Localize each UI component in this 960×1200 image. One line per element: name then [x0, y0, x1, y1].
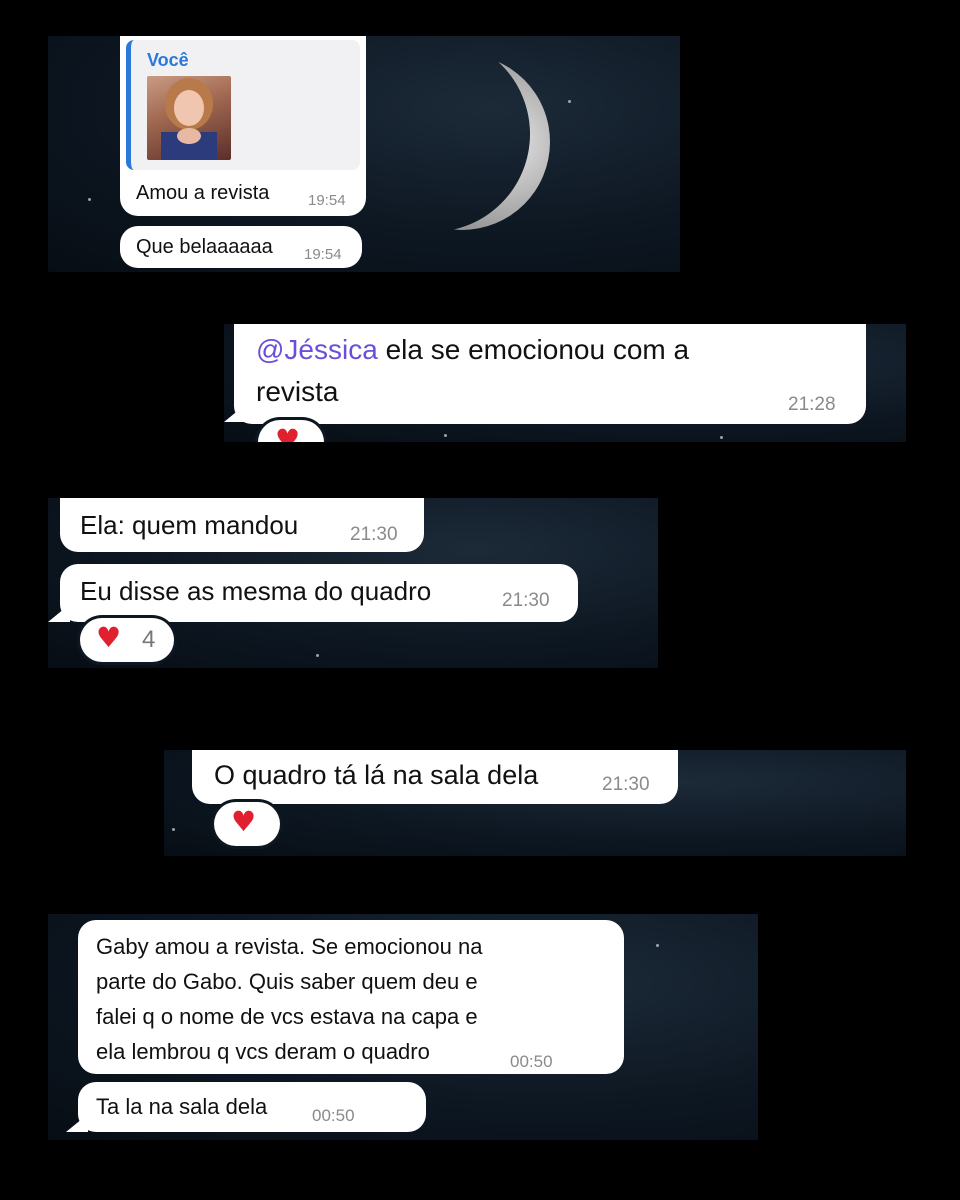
message-text: Eu disse as mesma do quadro [80, 576, 432, 606]
star [656, 944, 659, 947]
reaction-badge[interactable]: ♥ 4 [80, 618, 174, 662]
message-time: 19:54 [304, 246, 342, 263]
message-time: 21:28 [788, 394, 836, 415]
star [720, 436, 723, 439]
chat-screenshot-4: O quadro tá lá na sala dela 21:30 ♥ [164, 750, 906, 856]
message-line-4: ela lembrou q vcs deram o quadro [96, 1039, 430, 1064]
heart-icon: ♥ [231, 805, 257, 838]
reaction-count: 4 [142, 626, 156, 653]
chat-screenshot-2: @Jéssica ela se emocionou com a revista … [224, 324, 906, 442]
heart-icon: ♥ [275, 423, 301, 443]
message-bubble-mention[interactable]: @Jéssica ela se emocionou com a revista … [234, 324, 866, 424]
message-time: 00:50 [510, 1052, 553, 1071]
quote-author: Você [147, 50, 189, 70]
chat-screenshot-5: Gaby amou a revista. Se emocionou na par… [48, 914, 758, 1140]
message-bubble[interactable]: Ta la na sala dela 00:50 [78, 1082, 426, 1132]
star [316, 654, 319, 657]
message-line-2: revista [256, 376, 339, 407]
message-time: 21:30 [350, 524, 398, 545]
message-line-1: @Jéssica ela se emocionou com a [256, 334, 689, 366]
chat-screenshot-3: Ela: quem mandou 21:30 Eu disse as mesma… [48, 498, 658, 668]
screenshot-collage: { "colors": { "background": "#000000", "… [0, 0, 960, 1200]
star [172, 828, 175, 831]
message-text: Ela: quem mandou [80, 510, 299, 540]
crescent-moon [374, 54, 552, 230]
chat-screenshot-1: Você Amou a revista 19:54 Que belaaaaaa … [48, 36, 680, 272]
message-time: 21:30 [602, 774, 650, 795]
message-time: 21:30 [502, 590, 550, 611]
message-bubble[interactable]: Que belaaaaaa 19:54 [120, 226, 362, 268]
message-text: Amou a revista [136, 182, 270, 204]
message-text: O quadro tá lá na sala dela [214, 760, 539, 790]
message-text: Que belaaaaaa [136, 236, 273, 258]
reaction-badge[interactable]: ♥ [214, 802, 280, 846]
heart-icon: ♥ [96, 621, 122, 654]
message-line-3: falei q o nome de vcs estava na capa e [96, 1004, 478, 1029]
message-line-2: parte do Gabo. Quis saber quem deu e [96, 969, 478, 994]
message-bubble[interactable]: Eu disse as mesma do quadro 21:30 [60, 564, 578, 622]
message-text: Ta la na sala dela [96, 1094, 268, 1119]
message-time: 00:50 [312, 1106, 355, 1125]
message-bubble-long[interactable]: Gaby amou a revista. Se emocionou na par… [78, 920, 624, 1074]
message-bubble[interactable]: O quadro tá lá na sala dela 21:30 [192, 750, 678, 804]
message-text: ela se emocionou com a [377, 334, 690, 365]
quoted-image-thumbnail [147, 76, 231, 160]
star [568, 100, 571, 103]
mention-link[interactable]: @Jéssica [256, 334, 378, 365]
quote-box[interactable]: Você [126, 40, 360, 170]
message-line-1: Gaby amou a revista. Se emocionou na [96, 934, 483, 959]
star [88, 198, 91, 201]
message-time: 19:54 [308, 192, 346, 209]
message-bubble[interactable]: Ela: quem mandou 21:30 [60, 498, 424, 552]
star [444, 434, 447, 437]
quoted-message-bubble[interactable]: Você Amou a revista 19:54 [120, 36, 366, 216]
reaction-badge[interactable]: ♥ [258, 420, 324, 442]
